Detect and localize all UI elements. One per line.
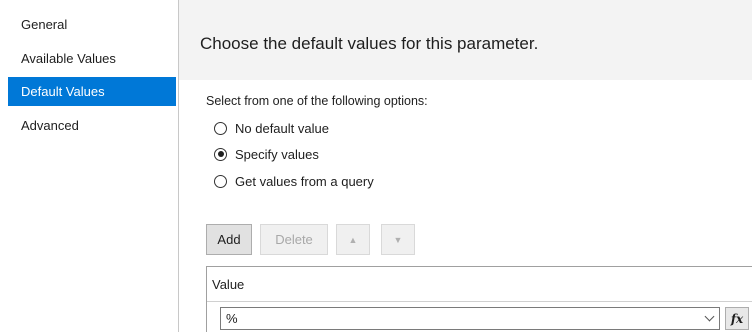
fx-icon: fx [730,311,744,326]
radio-label: Specify values [235,146,319,162]
value-text: % [226,311,238,326]
header-band: Choose the default values for this param… [179,0,752,80]
delete-button[interactable]: Delete [260,224,328,255]
move-down-button[interactable]: ▼ [381,224,415,255]
sidebar-item-available-values[interactable]: Available Values [8,44,176,73]
value-combo-input[interactable]: % [220,307,720,330]
main-panel: Choose the default values for this param… [179,0,752,332]
options-label: Select from one of the following options… [206,94,428,108]
radio-label: No default value [235,120,329,136]
chevron-down-icon[interactable] [704,311,715,322]
radio-button[interactable] [214,174,227,188]
radio-no-default-value[interactable]: No default value [214,119,329,137]
page-heading: Choose the default values for this param… [200,34,539,53]
sidebar-item-default-values[interactable]: Default Values [8,77,176,106]
sidebar: General Available Values Default Values … [0,0,178,332]
arrow-up-icon: ▲ [348,234,358,245]
sidebar-item-general[interactable]: General [8,10,176,39]
move-up-button[interactable]: ▲ [336,224,370,255]
expression-button[interactable]: fx [725,307,749,330]
radio-label: Get values from a query [235,173,374,189]
arrow-down-icon: ▼ [393,234,403,245]
value-column-header: Value [212,277,245,292]
grid-header-divider [207,301,752,302]
radio-get-values-from-query[interactable]: Get values from a query [214,172,374,190]
sidebar-item-advanced[interactable]: Advanced [8,111,176,140]
values-grid: Value % fx [206,266,752,332]
radio-button-selected[interactable] [214,147,227,161]
radio-button[interactable] [214,121,227,135]
add-button[interactable]: Add [206,224,252,255]
radio-specify-values[interactable]: Specify values [214,145,319,163]
